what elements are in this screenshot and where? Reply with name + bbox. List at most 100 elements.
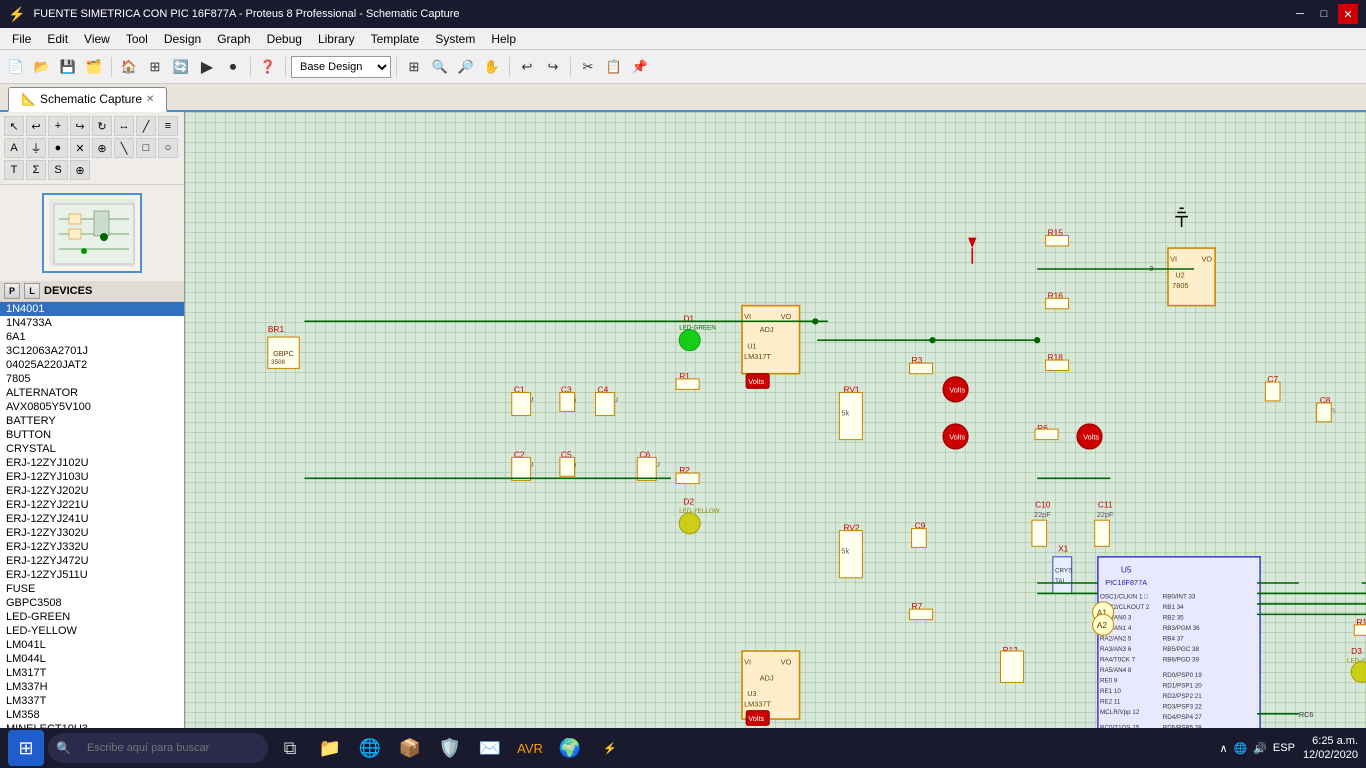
devices-l-btn[interactable]: L: [24, 283, 40, 299]
menu-debug[interactable]: Debug: [259, 30, 310, 48]
menu-design[interactable]: Design: [156, 30, 209, 48]
rec-btn[interactable]: ⏺: [221, 55, 245, 79]
schematic-tab[interactable]: 📐 Schematic Capture ✕: [8, 87, 167, 112]
device-item[interactable]: AVX0805Y5V100: [0, 400, 184, 414]
device-item[interactable]: LED-GREEN: [0, 610, 184, 624]
device-item[interactable]: 1N4001: [0, 302, 184, 316]
device-item[interactable]: ERJ-12ZYJ103U: [0, 470, 184, 484]
zoom-out[interactable]: 🔎: [454, 55, 478, 79]
save-btn[interactable]: 💾: [56, 55, 80, 79]
device-item[interactable]: ERJ-12ZYJ472U: [0, 554, 184, 568]
menu-help[interactable]: Help: [483, 30, 524, 48]
script-tool[interactable]: S: [48, 160, 68, 180]
device-item[interactable]: 04025A220JAT2: [0, 358, 184, 372]
line-tool[interactable]: ╲: [114, 138, 134, 158]
ellipse-tool[interactable]: ○: [158, 138, 178, 158]
device-item[interactable]: LED-YELLOW: [0, 624, 184, 638]
task-view-btn[interactable]: ⧉: [274, 732, 306, 764]
device-item[interactable]: LM358: [0, 708, 184, 722]
search-bar[interactable]: 🔍: [48, 733, 268, 763]
device-item[interactable]: 3C12063A2701J: [0, 344, 184, 358]
device-item[interactable]: GBPC3508: [0, 596, 184, 610]
maximize-button[interactable]: □: [1314, 4, 1334, 24]
zoom-fit[interactable]: ⊞: [402, 55, 426, 79]
device-item[interactable]: LM337H: [0, 680, 184, 694]
device-item[interactable]: ERJ-12ZYJ332U: [0, 540, 184, 554]
device-item[interactable]: ERJ-12ZYJ221U: [0, 498, 184, 512]
label-tool[interactable]: A: [4, 138, 24, 158]
redo-tool[interactable]: ↪: [70, 116, 90, 136]
menu-library[interactable]: Library: [310, 30, 363, 48]
menu-edit[interactable]: Edit: [39, 30, 76, 48]
no-connect-tool[interactable]: ✕: [70, 138, 90, 158]
wire-tool[interactable]: ╱: [136, 116, 156, 136]
paste-btn[interactable]: 📌: [628, 55, 652, 79]
menu-template[interactable]: Template: [363, 30, 428, 48]
avr-icon[interactable]: AVR: [514, 732, 546, 764]
device-item[interactable]: LM041L: [0, 638, 184, 652]
chrome-icon[interactable]: 🌍: [554, 732, 586, 764]
mail-icon[interactable]: ✉️: [474, 732, 506, 764]
home-btn[interactable]: 🏠: [117, 55, 141, 79]
edge-icon[interactable]: 🌐: [354, 732, 386, 764]
schematic-canvas[interactable]: BR1 GBPC 3508 C1 4700U C2 4700U C3 100n …: [185, 112, 1366, 740]
mirror-tool[interactable]: ↔: [114, 116, 134, 136]
zoom-in[interactable]: 🔍: [428, 55, 452, 79]
move-tool[interactable]: ⊕: [70, 160, 90, 180]
file-explorer-icon[interactable]: 📁: [314, 732, 346, 764]
play-btn[interactable]: ▶: [195, 55, 219, 79]
device-item[interactable]: ERJ-12ZYJ202U: [0, 484, 184, 498]
menu-tool[interactable]: Tool: [118, 30, 156, 48]
device-item[interactable]: 7805: [0, 372, 184, 386]
device-list[interactable]: 1N40011N4733A6A13C12063A2701J04025A220JA…: [0, 302, 184, 740]
device-item[interactable]: BATTERY: [0, 414, 184, 428]
menu-graph[interactable]: Graph: [209, 30, 258, 48]
proteus-icon[interactable]: ⚡: [594, 732, 626, 764]
select-tool[interactable]: ↖: [4, 116, 24, 136]
undo-btn[interactable]: ↩: [515, 55, 539, 79]
rotate-cw-tool[interactable]: ↻: [92, 116, 112, 136]
device-item[interactable]: LM337T: [0, 694, 184, 708]
open-btn[interactable]: 📂: [30, 55, 54, 79]
menu-file[interactable]: File: [4, 30, 39, 48]
device-item[interactable]: LM317T: [0, 666, 184, 680]
device-item[interactable]: 1N4733A: [0, 316, 184, 330]
symbol-tool[interactable]: Σ: [26, 160, 46, 180]
tb-q-btn[interactable]: ❓: [256, 55, 280, 79]
device-item[interactable]: ERJ-12ZYJ511U: [0, 568, 184, 582]
cut-btn[interactable]: ✂: [576, 55, 600, 79]
power-tool[interactable]: ⏚: [26, 138, 46, 158]
text-tool[interactable]: T: [4, 160, 24, 180]
junction-tool[interactable]: ●: [48, 138, 68, 158]
redo-btn[interactable]: ↪: [541, 55, 565, 79]
grid-btn[interactable]: ⊞: [143, 55, 167, 79]
save-all-btn[interactable]: 🗂️: [82, 55, 106, 79]
component-tool[interactable]: +: [48, 116, 68, 136]
device-item[interactable]: ERJ-12ZYJ102U: [0, 456, 184, 470]
start-button[interactable]: ⊞: [8, 730, 44, 766]
rotate-btn[interactable]: 🔄: [169, 55, 193, 79]
minimize-button[interactable]: ─: [1290, 4, 1310, 24]
device-item[interactable]: CRYSTAL: [0, 442, 184, 456]
device-item[interactable]: ALTERNATOR: [0, 386, 184, 400]
security-icon[interactable]: 🛡️: [434, 732, 466, 764]
menu-view[interactable]: View: [76, 30, 118, 48]
device-item[interactable]: ERJ-12ZYJ241U: [0, 512, 184, 526]
device-item[interactable]: 6A1: [0, 330, 184, 344]
undo-tool[interactable]: ↩: [26, 116, 46, 136]
device-item[interactable]: BUTTON: [0, 428, 184, 442]
design-dropdown[interactable]: Base Design: [291, 56, 391, 78]
pan-btn[interactable]: ✋: [480, 55, 504, 79]
rect-tool[interactable]: □: [136, 138, 156, 158]
device-item[interactable]: LM044L: [0, 652, 184, 666]
tab-close-btn[interactable]: ✕: [146, 94, 154, 105]
search-input[interactable]: [75, 733, 255, 763]
menu-system[interactable]: System: [427, 30, 483, 48]
devices-p-btn[interactable]: P: [4, 283, 20, 299]
copy-btn[interactable]: 📋: [602, 55, 626, 79]
device-item[interactable]: FUSE: [0, 582, 184, 596]
new-btn[interactable]: 📄: [4, 55, 28, 79]
bus-tool[interactable]: ≡: [158, 116, 178, 136]
device-item[interactable]: ERJ-12ZYJ302U: [0, 526, 184, 540]
close-button[interactable]: ✕: [1338, 4, 1358, 24]
